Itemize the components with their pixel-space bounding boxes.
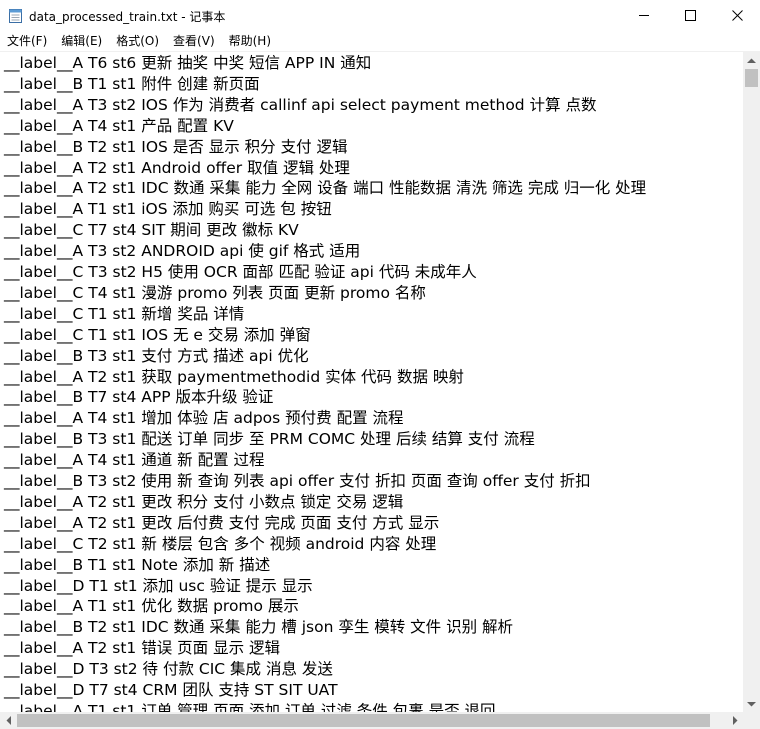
scroll-left-button[interactable] [0,712,17,729]
text-line: __label__B T2 st1 IOS 是否 显示 积分 支付 逻辑 [4,137,348,156]
text-line: __label__D T3 st2 待 付款 CIC 集成 消息 发送 [4,660,333,679]
text-line: __label__A T4 st1 增加 体验 店 adpos 预付费 配置 流… [4,409,404,428]
vertical-scroll-thumb[interactable] [745,69,758,87]
chevron-up-icon [747,58,756,63]
text-line: __label__B T2 st1 IDC 数通 采集 能力 槽 json 孪生… [4,618,514,637]
text-line: __label__D T1 st1 添加 usc 验证 提示 显示 [4,576,313,595]
chevron-right-icon [732,716,737,725]
text-line: __label__A T2 st1 IDC 数通 采集 能力 全网 设备 端口 … [4,179,647,198]
close-button[interactable] [714,0,760,31]
scroll-up-button[interactable] [743,52,760,69]
text-line: __label__B T7 st4 APP 版本升级 验证 [4,388,274,407]
text-line: __label__A T2 st1 更改 后付费 支付 完成 页面 支付 方式 … [4,513,440,532]
title-bar: data_processed_train.txt - 记事本 [0,0,760,31]
text-editor[interactable]: __label__A T6 st6 更新 抽奖 中奖 短信 APP IN 通知 _… [0,52,743,712]
text-line: __label__B T1 st1 Note 添加 新 描述 [4,555,271,574]
vertical-scrollbar[interactable] [743,52,760,712]
text-line: __label__C T4 st1 漫游 promo 列表 页面 更新 prom… [4,283,426,302]
text-line: __label__A T2 st1 错误 页面 显示 逻辑 [4,639,280,658]
window-title: data_processed_train.txt - 记事本 [29,10,226,24]
menu-edit[interactable]: 编辑(E) [54,31,109,51]
text-line: __label__A T2 st1 Android offer 取值 逻辑 处理 [4,158,350,177]
menu-view[interactable]: 查看(V) [166,31,222,51]
chevron-down-icon [747,701,756,706]
text-line: __label__B T3 st1 支付 方式 描述 api 优化 [4,346,309,365]
close-icon [731,10,743,21]
menu-help[interactable]: 帮助(H) [222,31,278,51]
text-line: __label__B T3 st1 配送 订单 同步 至 PRM COMC 处理… [4,430,535,449]
maximize-button[interactable] [667,0,713,31]
text-line: __label__A T1 st1 订单 管理 页面 添加 订单 过滤 条件 包… [4,701,496,712]
scroll-down-button[interactable] [743,695,760,712]
text-line: __label__A T4 st1 产品 配置 KV [4,116,234,135]
text-line: __label__A T3 st2 IOS 作为 消费者 callinf api… [4,95,597,114]
chevron-left-icon [6,716,11,725]
text-line: __label__A T6 st6 更新 抽奖 中奖 短信 APP IN 通知 [4,54,372,72]
text-line: __label__A T1 st1 iOS 添加 购买 可选 包 按钮 [4,200,332,219]
notepad-icon [9,8,22,23]
text-line: __label__C T1 st1 新增 奖品 详情 [4,304,245,323]
text-line: __label__A T1 st1 优化 数据 promo 展示 [4,597,299,616]
maximize-icon [684,10,696,21]
text-line: __label__B T3 st2 使用 新 查询 列表 api offer 支… [4,472,591,490]
text-line: __label__A T2 st1 获取 paymentmethodid 实体 … [4,367,464,386]
menu-file[interactable]: 文件(F) [0,31,54,51]
minimize-icon [638,15,649,16]
text-line: __label__C T7 st4 SIT 期间 更改 徽标 KV [4,221,299,240]
text-line: __label__C T1 st1 IOS 无 e 交易 添加 弹窗 [4,325,311,344]
scroll-right-button[interactable] [726,712,743,729]
text-line: __label__B T1 st1 附件 创建 新页面 [4,74,260,93]
menu-bar: 文件(F) 编辑(E) 格式(O) 查看(V) 帮助(H) [0,31,760,51]
scrollbar-corner [743,712,760,729]
text-line: __label__A T2 st1 更改 积分 支付 小数点 锁定 交易 逻辑 [4,492,404,511]
horizontal-scrollbar[interactable] [0,712,743,729]
text-line: __label__A T4 st1 通道 新 配置 过程 [4,451,265,470]
horizontal-scroll-thumb[interactable] [17,714,710,727]
text-line: __label__C T2 st1 新 楼层 包含 多个 视频 android … [4,534,437,553]
text-line: __label__A T3 st2 ANDROID api 使 gif 格式 适… [4,242,361,261]
menu-format[interactable]: 格式(O) [109,31,166,51]
text-line: __label__D T7 st4 CRM 团队 支持 ST SIT UAT [4,681,338,699]
text-line: __label__C T3 st2 H5 使用 OCR 面部 匹配 验证 api… [4,263,477,281]
minimize-button[interactable] [621,0,667,31]
